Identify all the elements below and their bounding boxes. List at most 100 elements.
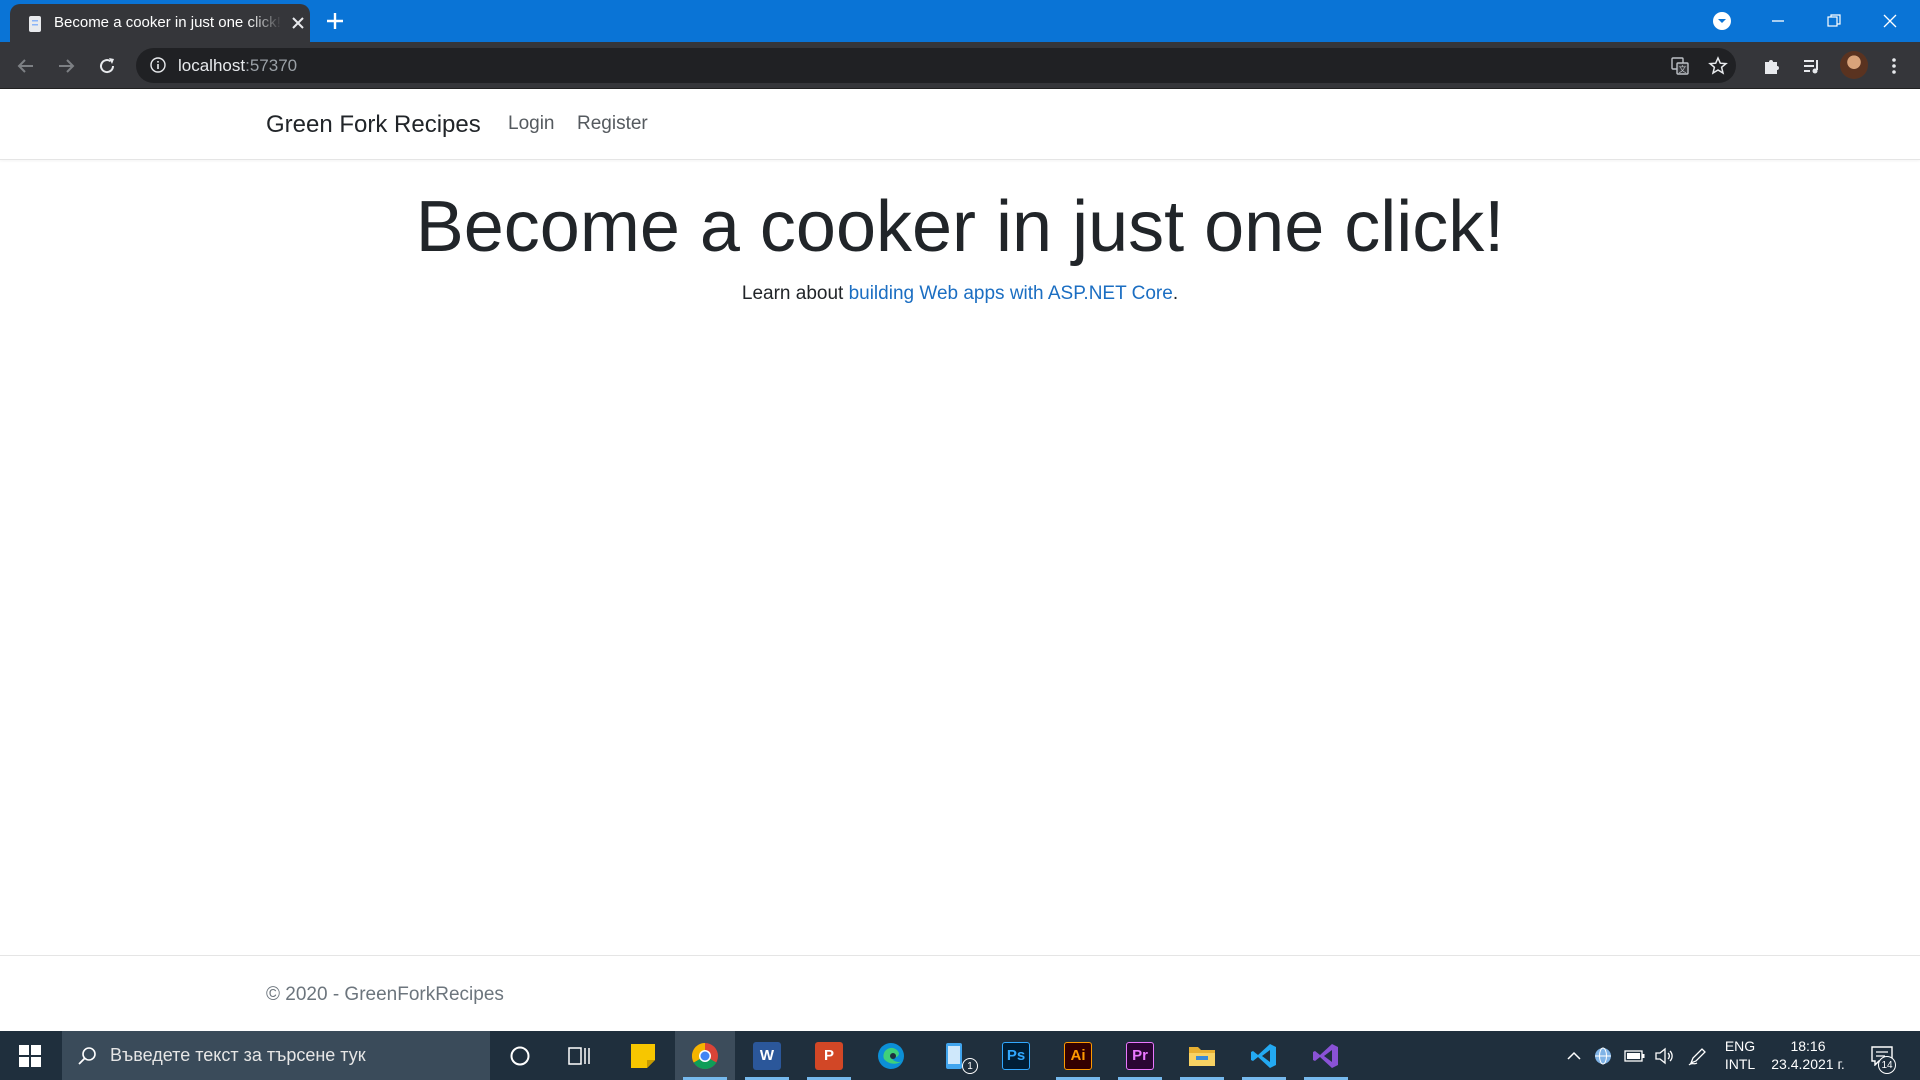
hero-lead-suffix: . bbox=[1172, 282, 1179, 304]
taskbar-chrome[interactable] bbox=[675, 1031, 735, 1080]
taskbar-word[interactable]: W bbox=[737, 1031, 797, 1080]
phone-notification-badge: 1 bbox=[962, 1058, 978, 1074]
photoshop-icon: Ps bbox=[1002, 1041, 1030, 1070]
site-navbar: Green Fork Recipes Login Register bbox=[0, 89, 1920, 160]
chevron-down-circle-icon bbox=[1713, 12, 1731, 30]
nav-login-link[interactable]: Login bbox=[508, 113, 555, 135]
media-controls-button[interactable] bbox=[1800, 54, 1824, 78]
show-hidden-icons-button[interactable] bbox=[1562, 1031, 1586, 1080]
taskbar-phone-app[interactable]: 1 bbox=[924, 1031, 984, 1080]
more-vertical-icon bbox=[1892, 58, 1896, 74]
visual-studio-icon bbox=[1313, 1043, 1338, 1068]
phone-icon bbox=[946, 1042, 962, 1069]
forward-button[interactable] bbox=[54, 54, 78, 78]
taskbar-search-box[interactable]: Въведете текст за търсене тук bbox=[62, 1031, 490, 1080]
powerpoint-icon: P bbox=[815, 1041, 843, 1070]
browser-menu-button[interactable] bbox=[1882, 54, 1906, 78]
site-footer: © 2020 - GreenForkRecipes bbox=[0, 955, 1920, 1031]
premiere-icon: Pr bbox=[1126, 1041, 1154, 1070]
site-brand-link[interactable]: Green Fork Recipes bbox=[266, 111, 481, 139]
task-view-icon bbox=[568, 1046, 590, 1065]
close-window-button[interactable] bbox=[1862, 0, 1918, 42]
nav-register-link[interactable]: Register bbox=[577, 113, 648, 135]
site-info-icon[interactable] bbox=[150, 57, 166, 73]
address-url[interactable]: localhost:57370 bbox=[178, 56, 297, 76]
chrome-icon bbox=[691, 1042, 718, 1069]
hero-heading: Become a cooker in just one click! bbox=[415, 187, 1505, 267]
search-icon bbox=[78, 1047, 96, 1065]
vscode-icon bbox=[1251, 1043, 1276, 1068]
new-tab-icon[interactable] bbox=[325, 11, 345, 31]
close-tab-icon[interactable] bbox=[290, 15, 306, 31]
hero-lead: Learn about building Web apps with ASP.N… bbox=[0, 283, 1920, 305]
url-host: localhost bbox=[178, 56, 246, 75]
close-icon bbox=[1883, 14, 1897, 28]
tab-search-button[interactable] bbox=[1694, 0, 1750, 42]
taskbar-photoshop[interactable]: Ps bbox=[986, 1031, 1046, 1080]
cortana-button[interactable] bbox=[490, 1031, 550, 1080]
taskbar-vscode[interactable] bbox=[1234, 1031, 1294, 1080]
pen-icon bbox=[1688, 1047, 1706, 1065]
extensions-button[interactable] bbox=[1760, 54, 1784, 78]
taskbar-sticky-notes[interactable] bbox=[613, 1031, 673, 1080]
bookmark-star-icon[interactable] bbox=[1708, 56, 1728, 76]
hero-section: Become a cooker in just one click! Learn… bbox=[0, 186, 1920, 305]
globe-icon bbox=[1595, 1047, 1611, 1064]
url-port: :57370 bbox=[245, 56, 298, 75]
word-icon: W bbox=[753, 1041, 781, 1070]
back-button[interactable] bbox=[14, 54, 38, 78]
chevron-up-icon bbox=[1567, 1051, 1581, 1060]
browser-tab-strip: Become a cooker in just one click! bbox=[0, 0, 1920, 42]
footer-copyright: © 2020 - GreenForkRecipes bbox=[266, 984, 504, 1005]
taskbar-edge[interactable] bbox=[861, 1031, 921, 1080]
tray-clock[interactable]: 18:16 23.4.2021 г. bbox=[1768, 1037, 1848, 1073]
taskbar-premiere[interactable]: Pr bbox=[1110, 1031, 1170, 1080]
tray-volume[interactable] bbox=[1650, 1031, 1678, 1080]
folder-icon bbox=[1189, 1046, 1215, 1066]
keyboard-layout: INTL bbox=[1724, 1056, 1756, 1072]
tray-battery[interactable] bbox=[1620, 1031, 1650, 1080]
minimize-icon bbox=[1772, 20, 1784, 22]
svg-text:文: 文 bbox=[1679, 64, 1687, 74]
taskbar-visual-studio[interactable] bbox=[1296, 1031, 1356, 1080]
tray-input-language[interactable]: ENG INTL bbox=[1718, 1037, 1762, 1073]
task-view-button[interactable] bbox=[550, 1031, 610, 1080]
puzzle-icon bbox=[1765, 60, 1779, 74]
address-bar[interactable]: localhost:57370 文 bbox=[136, 48, 1736, 83]
taskbar-powerpoint[interactable]: P bbox=[799, 1031, 859, 1080]
windows-logo-icon bbox=[19, 1044, 41, 1067]
language-code: ENG bbox=[1724, 1038, 1756, 1054]
clock-date: 23.4.2021 г. bbox=[1771, 1056, 1845, 1072]
tray-network-app[interactable] bbox=[1590, 1031, 1616, 1080]
browser-toolbar: localhost:57370 文 bbox=[0, 42, 1920, 89]
taskbar-search-placeholder: Въведете текст за търсене тук bbox=[110, 1045, 366, 1065]
taskbar-illustrator[interactable]: Ai bbox=[1048, 1031, 1108, 1080]
windows-taskbar: Въведете текст за търсене тук W P 1 Ps A… bbox=[0, 1031, 1920, 1080]
restore-icon bbox=[1827, 14, 1841, 27]
start-button[interactable] bbox=[0, 1031, 60, 1080]
illustrator-icon: Ai bbox=[1064, 1041, 1092, 1070]
sticky-notes-icon bbox=[631, 1043, 655, 1068]
reload-icon bbox=[100, 58, 115, 74]
profile-avatar[interactable] bbox=[1840, 51, 1868, 79]
page-viewport: Green Fork Recipes Login Register Become… bbox=[0, 89, 1920, 1031]
hero-lead-prefix: Learn about bbox=[741, 282, 849, 304]
playlist-icon bbox=[1804, 60, 1818, 74]
restore-button[interactable] bbox=[1806, 0, 1862, 42]
tray-pen-workspace[interactable] bbox=[1682, 1031, 1714, 1080]
aspnet-docs-link[interactable]: building Web apps with ASP.NET Core bbox=[849, 283, 1173, 304]
cortana-circle-icon bbox=[510, 1046, 530, 1065]
clock-time: 18:16 bbox=[1790, 1038, 1826, 1054]
translate-icon[interactable]: 文 bbox=[1670, 56, 1690, 76]
taskbar-file-explorer[interactable] bbox=[1172, 1031, 1232, 1080]
arrow-right-icon bbox=[59, 59, 75, 73]
tab-title: Become a cooker in just one click! bbox=[54, 14, 281, 31]
minimize-button[interactable] bbox=[1750, 0, 1806, 42]
battery-icon bbox=[1624, 1049, 1645, 1062]
edge-icon bbox=[878, 1042, 904, 1069]
browser-tab[interactable]: Become a cooker in just one click! bbox=[10, 4, 310, 42]
page-favicon-icon bbox=[29, 16, 41, 32]
notification-count-badge: 14 bbox=[1878, 1056, 1896, 1074]
speaker-icon bbox=[1655, 1047, 1673, 1064]
reload-button[interactable] bbox=[95, 54, 119, 78]
